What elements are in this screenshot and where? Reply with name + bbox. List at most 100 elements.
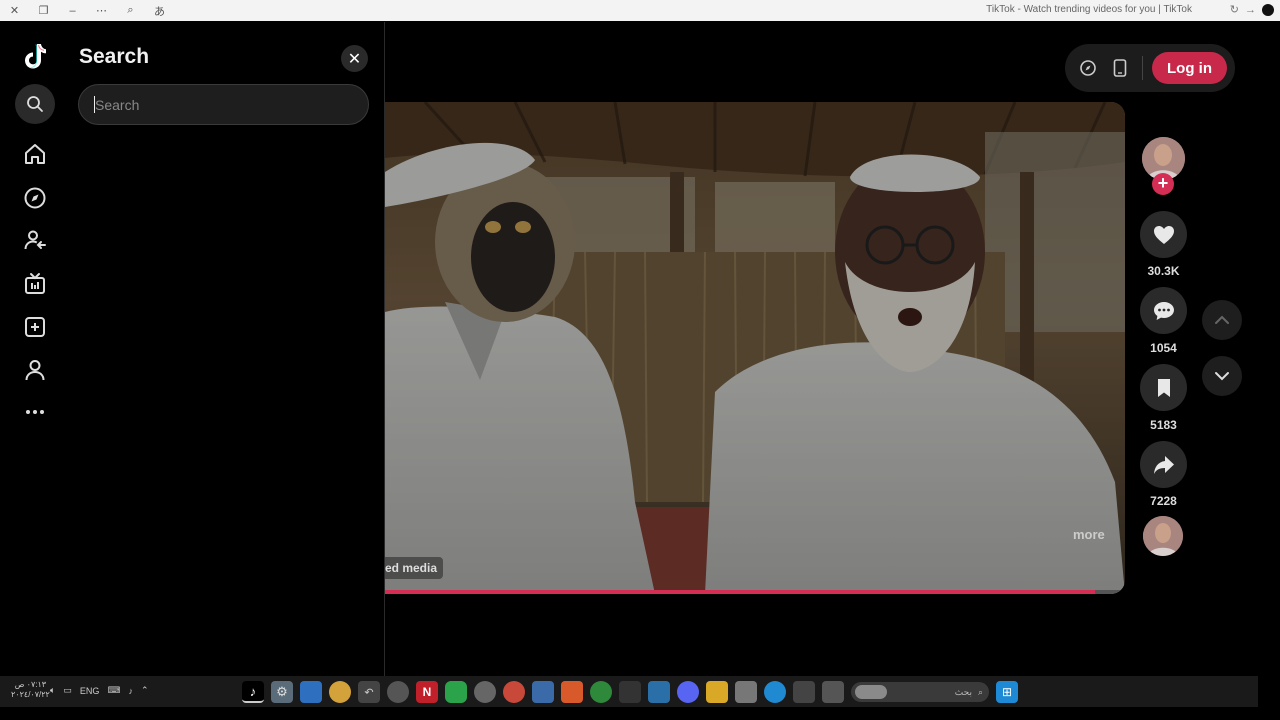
close-icon: ✕	[347, 50, 362, 68]
reload-icon[interactable]: ↻	[1230, 3, 1239, 16]
divider	[1142, 56, 1143, 80]
steam-app-icon[interactable]	[648, 681, 670, 703]
xbox-app-icon[interactable]	[590, 681, 612, 703]
nav-search-button[interactable]	[15, 84, 55, 124]
left-navigation	[0, 22, 70, 676]
whatsapp-app-icon[interactable]	[445, 681, 467, 703]
more-options-icon[interactable]: ⋯	[93, 3, 110, 18]
os-taskbar: ٠٧:١٣ ص ٢٠٢٤/٠٧/٢٢ 🔈︎ ▭ ENG ⌨︎ ♪ ⌃ ♪ ⚙ ↶…	[0, 676, 1258, 707]
store-app-icon[interactable]	[735, 681, 757, 703]
bookmark-count: 5183	[1150, 418, 1177, 432]
search-panel-title: Search	[79, 45, 150, 68]
music-disc-avatar[interactable]	[1143, 516, 1183, 556]
video-frame	[385, 102, 1125, 594]
more-dots-icon	[26, 410, 44, 414]
window-title: TikTok - Watch trending videos for you |…	[986, 4, 1192, 15]
clock-time: ٠٧:١٣ ص	[14, 680, 47, 689]
speedometer-app-icon[interactable]	[387, 681, 409, 703]
search-highlight-pill	[855, 685, 887, 699]
ai-generated-media-tag: ed media	[385, 557, 444, 579]
tiktok-logo-icon	[25, 44, 46, 69]
network-icon[interactable]: ▭	[63, 685, 72, 696]
share-icon	[1153, 455, 1174, 474]
more-link[interactable]: more	[1073, 527, 1105, 542]
close-window-icon[interactable]: ✕	[6, 3, 23, 18]
chrome-app-icon[interactable]	[503, 681, 525, 703]
volume-icon[interactable]: 🔈︎	[50, 685, 55, 696]
copilot-app-icon[interactable]	[793, 681, 815, 703]
search-input[interactable]	[78, 84, 369, 125]
browser-title-bar: ✕ ❐ – ⋯ ⌕ あ TikTok - Watch trending vide…	[0, 0, 1280, 21]
clock-date: ٢٠٢٤/٠٧/٢٢	[11, 690, 50, 699]
bookmark-icon	[1157, 378, 1170, 397]
settings-app-icon[interactable]: ⚙	[271, 681, 293, 703]
forward-icon[interactable]: →	[1245, 4, 1256, 16]
gear-app-icon[interactable]	[474, 681, 496, 703]
top-actions: Log in	[1065, 44, 1235, 92]
get-coins-button[interactable]	[1078, 58, 1098, 78]
like-button[interactable]	[1140, 211, 1187, 258]
tiktok-app-icon[interactable]: ♪	[242, 681, 264, 703]
netflix-app-icon[interactable]: N	[416, 681, 438, 703]
taskbar-clock[interactable]: ٠٧:١٣ ص ٢٠٢٤/٠٧/٢٢	[11, 680, 50, 700]
previous-video-button[interactable]	[1202, 300, 1242, 340]
search-panel: Search ✕	[70, 22, 385, 676]
share-button[interactable]	[1140, 441, 1187, 488]
video-player[interactable]: ed media more	[385, 102, 1125, 594]
file-explorer-app-icon[interactable]	[706, 681, 728, 703]
photos-app-icon[interactable]	[300, 681, 322, 703]
tiktok-logo[interactable]	[13, 38, 57, 74]
nav-profile[interactable]	[13, 352, 57, 388]
zoom-icon[interactable]: ⌕	[122, 3, 139, 18]
close-search-button[interactable]: ✕	[341, 45, 368, 72]
capcut-app-icon[interactable]	[619, 681, 641, 703]
nav-explore[interactable]	[13, 180, 57, 216]
discord-app-icon[interactable]	[677, 681, 699, 703]
title-bar-right: ↻ →	[1230, 3, 1274, 16]
music-disc-icon	[1143, 516, 1183, 556]
search-icon	[27, 96, 43, 112]
tv-icon	[25, 273, 45, 294]
like-count: 30.3K	[1147, 264, 1180, 278]
shield-app-icon[interactable]	[532, 681, 554, 703]
plus-square-icon	[25, 317, 45, 337]
comment-button[interactable]	[1140, 287, 1187, 334]
task-view-icon[interactable]	[822, 681, 844, 703]
follow-button[interactable]: +	[1152, 173, 1174, 195]
comment-icon	[1153, 301, 1174, 320]
video-progress-fill	[385, 590, 1096, 594]
chrome-canary-app-icon[interactable]	[329, 681, 351, 703]
taskbar-search[interactable]: بحث ⌕	[851, 682, 989, 702]
start-button-icon[interactable]: ⊞	[996, 681, 1018, 703]
next-video-button[interactable]	[1202, 356, 1242, 396]
microphone-icon[interactable]: ♪	[128, 686, 133, 696]
nav-home[interactable]	[13, 136, 57, 172]
restore-window-icon[interactable]: ❐	[35, 3, 52, 18]
nav-upload[interactable]	[13, 309, 57, 345]
chevron-up-tray-icon[interactable]: ⌃	[141, 685, 149, 696]
user-follow-icon	[24, 230, 46, 250]
phone-icon	[1113, 59, 1127, 77]
nav-more[interactable]	[13, 394, 57, 430]
brave-app-icon[interactable]	[561, 681, 583, 703]
bookmark-button[interactable]	[1140, 364, 1187, 411]
text-caret	[94, 96, 95, 113]
edge-app-icon[interactable]	[764, 681, 786, 703]
minimize-window-icon[interactable]: –	[64, 3, 81, 18]
cursor-app-icon[interactable]: ↶	[358, 681, 380, 703]
nav-live[interactable]	[13, 266, 57, 302]
keyboard-icon[interactable]: ⌨︎	[107, 685, 120, 696]
taskbar-apps: ♪ ⚙ ↶ N بحث ⌕ ⊞	[242, 681, 1018, 703]
taskbar-search-icon: ⌕	[977, 686, 983, 697]
comment-count: 1054	[1150, 341, 1177, 355]
user-icon	[25, 360, 45, 381]
window-controls: ✕ ❐ – ⋯ ⌕ あ	[6, 3, 168, 18]
nav-following[interactable]	[13, 222, 57, 258]
login-button[interactable]: Log in	[1152, 52, 1227, 84]
video-progress[interactable]	[385, 590, 1125, 594]
get-app-button[interactable]	[1110, 58, 1130, 78]
language-indicator[interactable]: ENG	[80, 686, 100, 696]
compass-icon	[24, 187, 46, 209]
chevron-up-icon	[1215, 315, 1229, 324]
translate-icon[interactable]: あ	[151, 3, 168, 18]
